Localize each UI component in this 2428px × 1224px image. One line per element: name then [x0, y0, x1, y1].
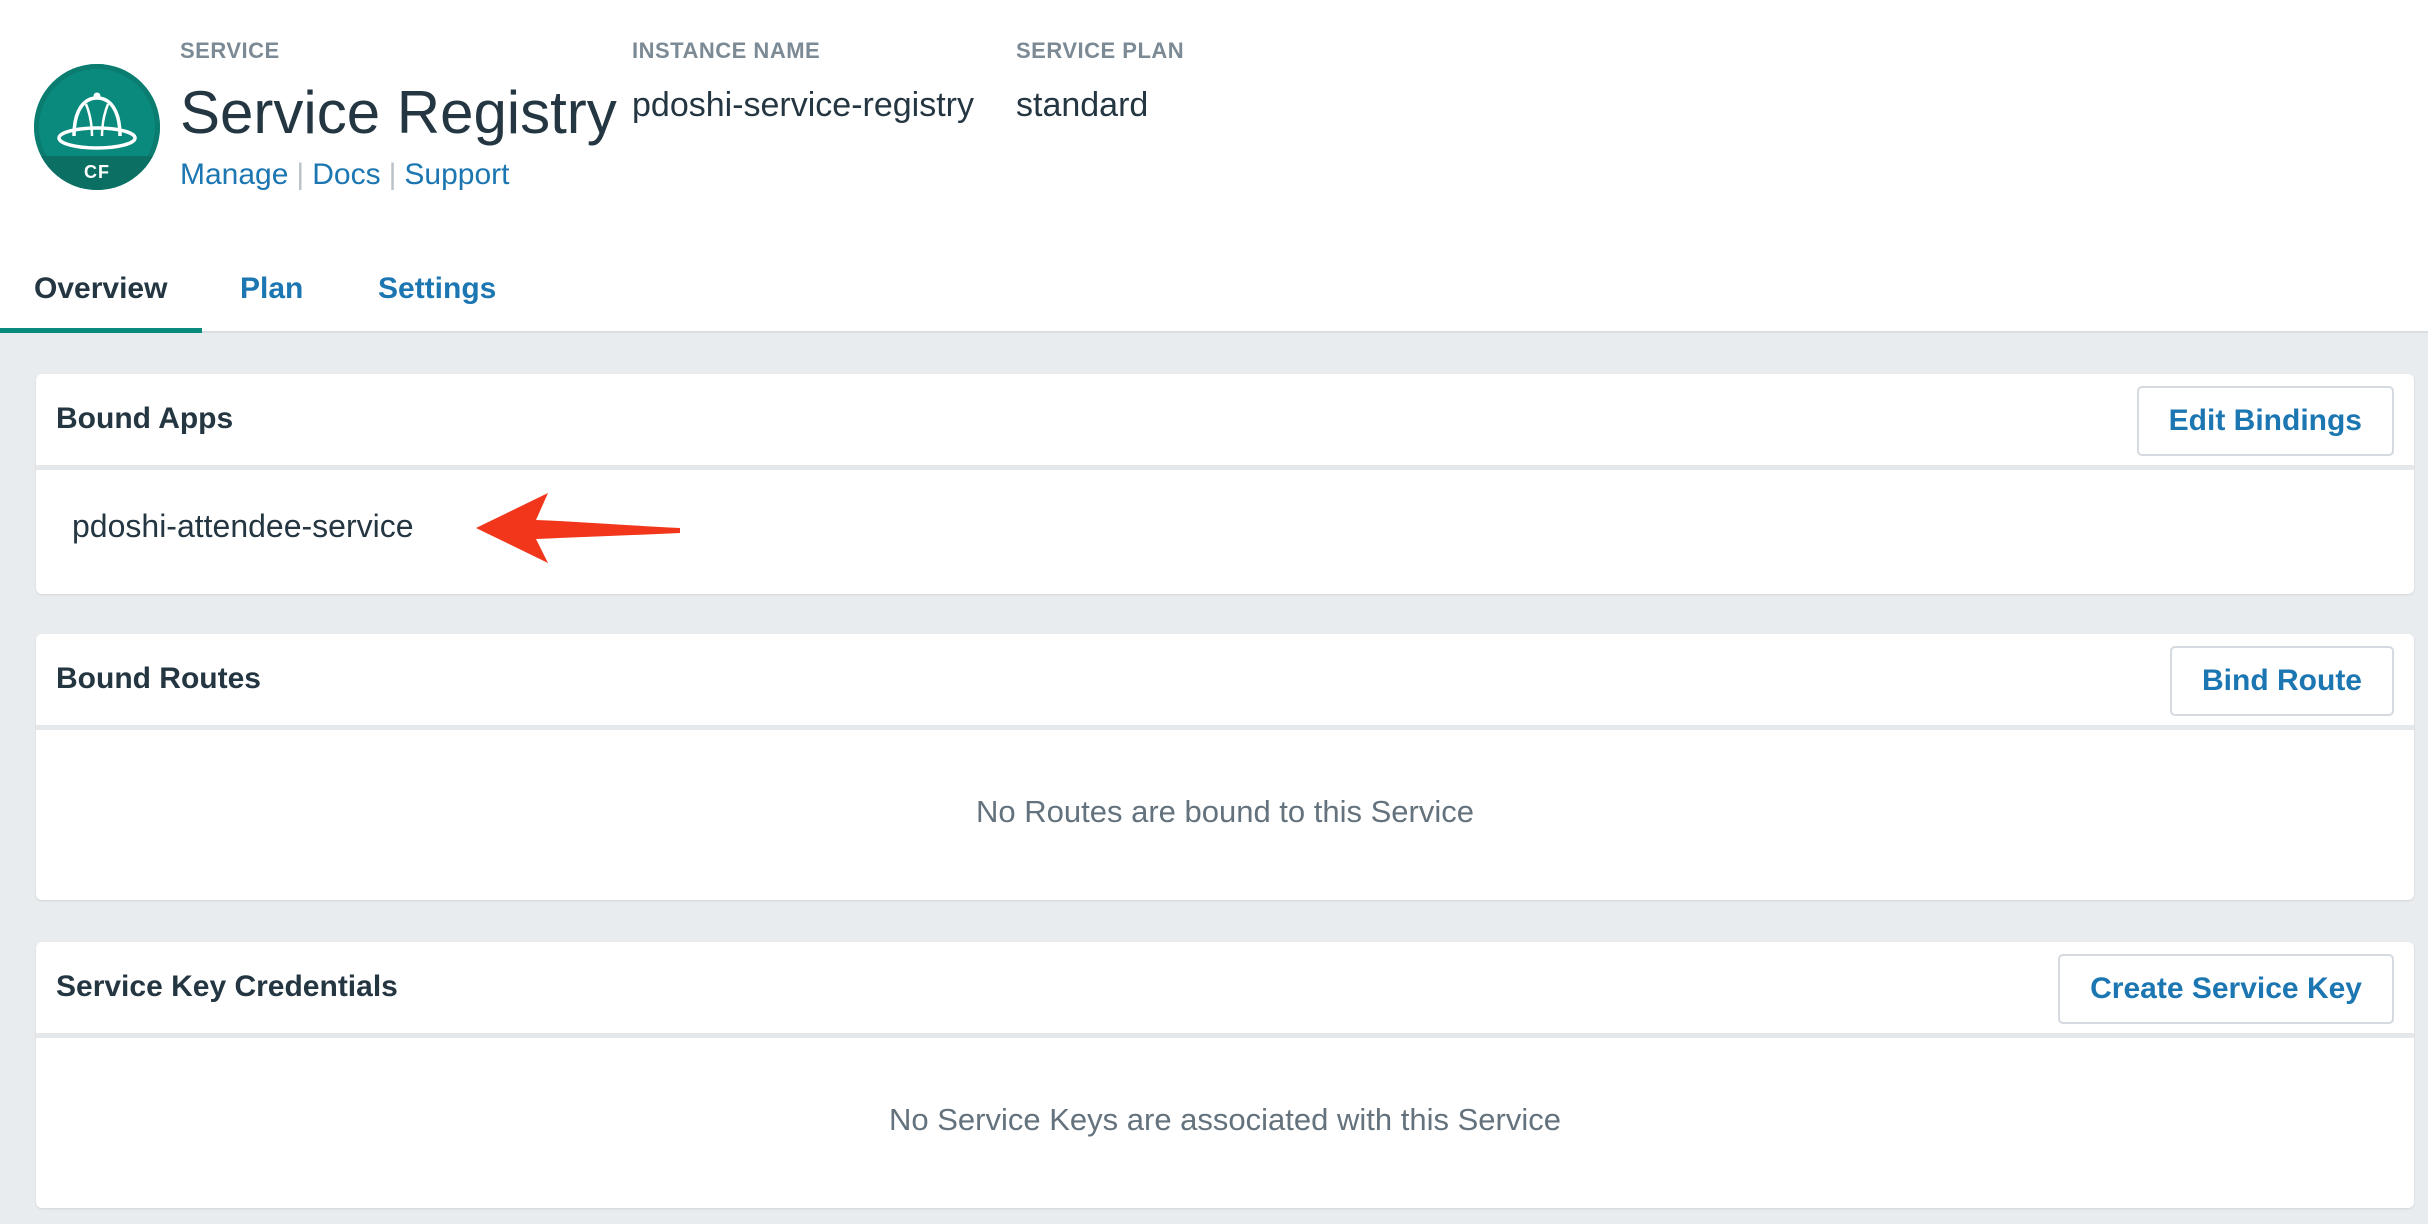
no-service-keys-message: No Service Keys are associated with this…: [889, 1102, 1561, 1137]
service-label: SERVICE: [180, 38, 280, 63]
logo-text: CF: [84, 162, 110, 182]
bound-routes-title: Bound Routes: [56, 662, 261, 695]
tab-plan[interactable]: Plan: [240, 272, 303, 306]
link-separator: |: [296, 158, 305, 191]
service-keys-header: Service Key Credentials Create Service K…: [36, 942, 2414, 1038]
service-header: CF SERVICE Service Registry Manage | Docs |…: [0, 0, 2428, 333]
bound-app-item[interactable]: pdoshi-attendee-service: [72, 508, 414, 545]
service-plan-value: standard: [1016, 86, 1149, 124]
annotation-arrow-icon: [476, 493, 680, 563]
bound-routes-header: Bound Routes Bind Route: [36, 634, 2414, 730]
link-separator: |: [388, 158, 397, 191]
service-keys-title: Service Key Credentials: [56, 970, 398, 1003]
bound-apps-title: Bound Apps: [56, 402, 234, 435]
docs-link[interactable]: Docs: [312, 158, 380, 191]
page-title: Service Registry: [180, 79, 617, 146]
tab-settings[interactable]: Settings: [378, 272, 496, 306]
edit-bindings-button[interactable]: Edit Bindings: [2136, 386, 2394, 456]
support-link[interactable]: Support: [404, 158, 509, 191]
manage-link[interactable]: Manage: [180, 158, 288, 191]
instance-name-value: pdoshi-service-registry: [632, 86, 974, 124]
service-logo: CF: [34, 64, 160, 190]
bound-apps-panel: Bound Apps Edit Bindings pdoshi-attendee…: [36, 374, 2414, 594]
service-plan-label: SERVICE PLAN: [1016, 38, 1185, 63]
bound-apps-header: Bound Apps Edit Bindings: [36, 374, 2414, 470]
bind-route-button[interactable]: Bind Route: [2170, 646, 2394, 716]
no-routes-message: No Routes are bound to this Service: [976, 794, 1474, 829]
instance-name-label: INSTANCE NAME: [632, 38, 821, 63]
service-keys-panel: Service Key Credentials Create Service K…: [36, 942, 2414, 1208]
bound-routes-panel: Bound Routes Bind Route No Routes are bo…: [36, 634, 2414, 900]
tab-overview[interactable]: Overview: [34, 272, 167, 306]
create-service-key-button[interactable]: Create Service Key: [2058, 954, 2394, 1024]
service-links: Manage | Docs | Support: [180, 158, 509, 192]
active-tab-indicator: [0, 328, 202, 333]
